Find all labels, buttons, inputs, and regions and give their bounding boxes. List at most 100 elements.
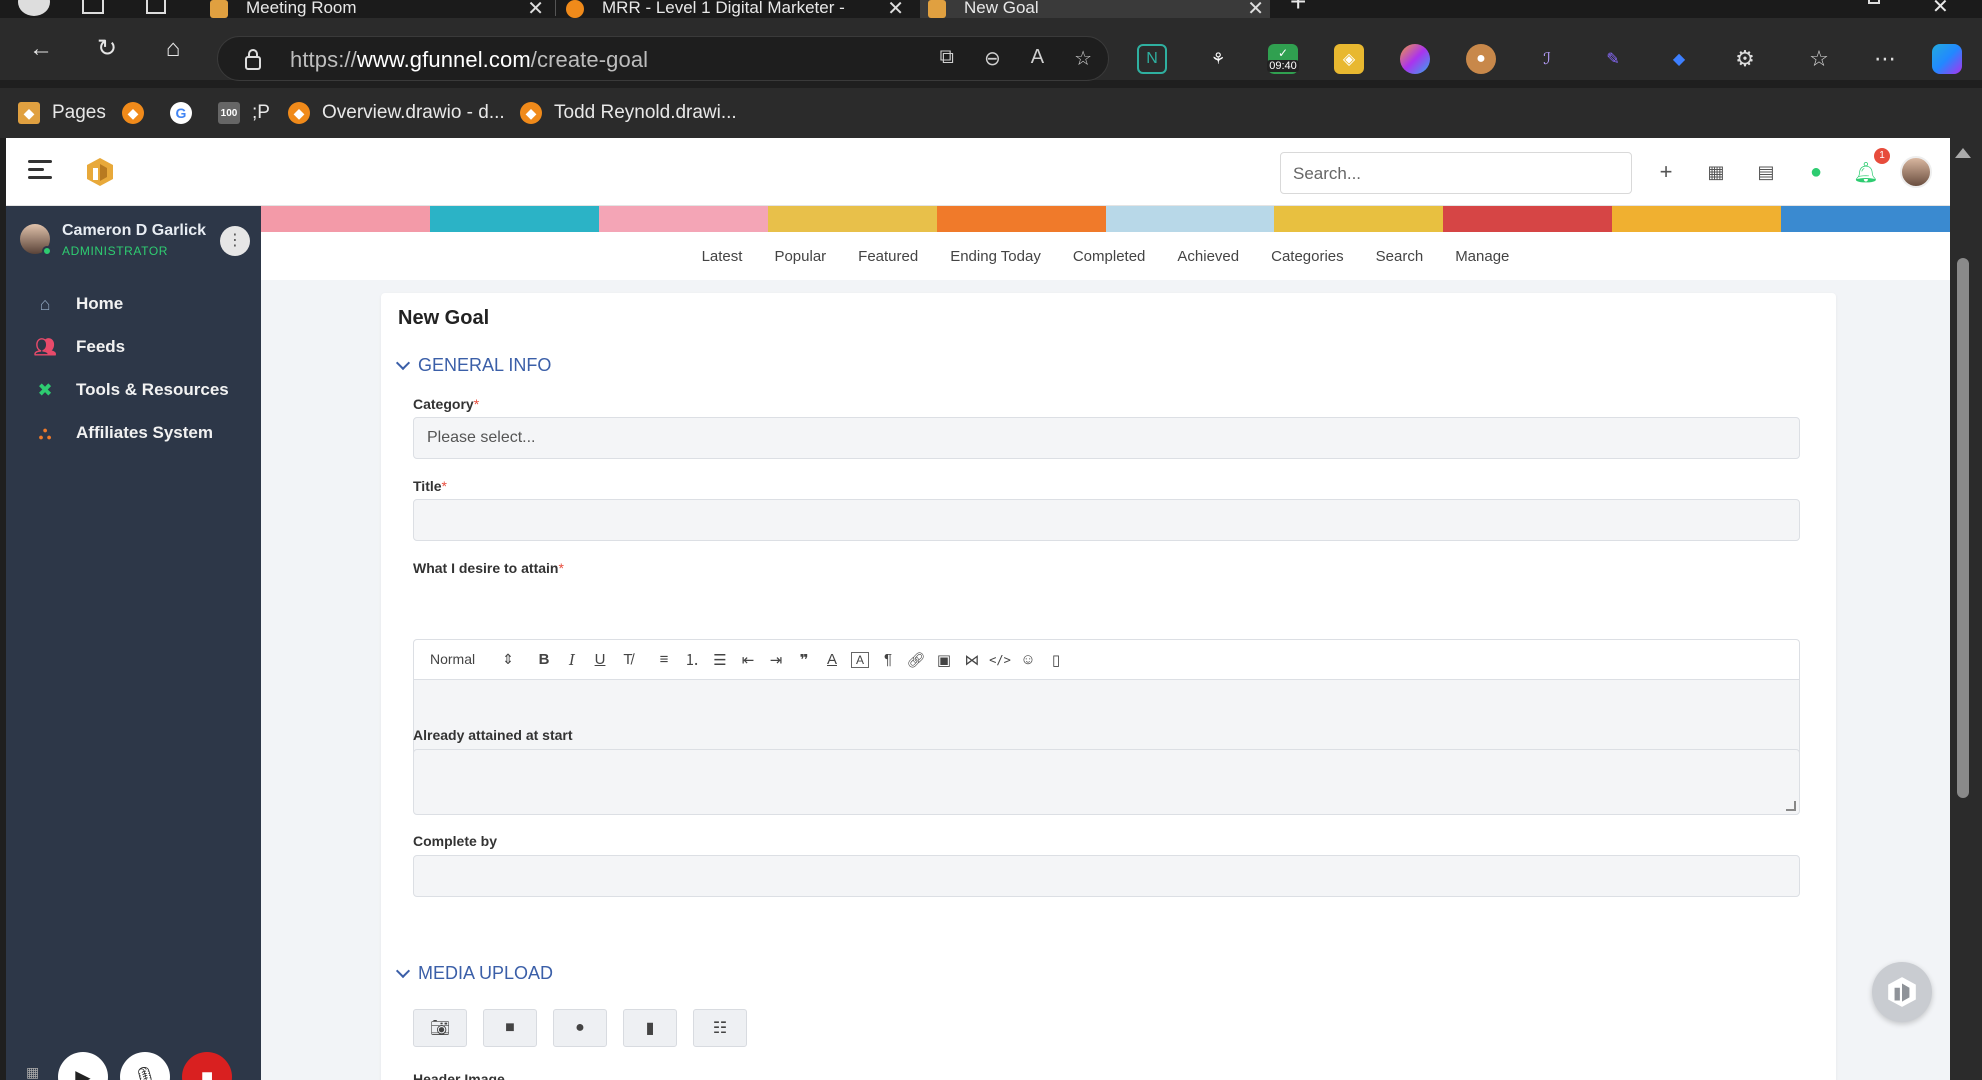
- sidebar-item-home[interactable]: ⌂ Home: [34, 290, 124, 318]
- apps-grid-icon[interactable]: ▦: [1702, 158, 1730, 186]
- reload-icon[interactable]: ↻: [90, 32, 124, 66]
- floating-logo-button[interactable]: [1872, 962, 1932, 1022]
- link-icon[interactable]: 🔗︎: [902, 651, 930, 669]
- pen-extension-icon[interactable]: ✎: [1598, 44, 1628, 74]
- document-icon[interactable]: ▤: [1752, 158, 1780, 186]
- profile-options-icon[interactable]: ⋮: [220, 226, 250, 256]
- format-select[interactable]: Normal ⇕: [430, 651, 514, 668]
- subnav-featured[interactable]: Featured: [858, 248, 918, 265]
- new-tab-icon[interactable]: +: [1290, 0, 1320, 18]
- close-window-icon[interactable]: ✕: [1932, 0, 1962, 18]
- outdent-icon[interactable]: ⇤: [734, 651, 762, 669]
- tab-mrr-level1[interactable]: MRR - Level 1 Digital Marketer - ✕: [566, 0, 910, 18]
- lock-icon[interactable]: [244, 48, 262, 70]
- close-tab-icon[interactable]: ✕: [527, 0, 544, 18]
- emoji-icon[interactable]: ☺: [1014, 651, 1042, 668]
- blockquote-icon[interactable]: ❞: [790, 651, 818, 669]
- favorite-star-icon[interactable]: ☆: [1074, 46, 1092, 71]
- url-text[interactable]: https://www.gfunnel.com/create-goal: [290, 47, 648, 73]
- subnav-manage[interactable]: Manage: [1455, 248, 1509, 265]
- chat-icon[interactable]: ●: [1802, 158, 1830, 186]
- copilot-icon[interactable]: [1932, 44, 1962, 74]
- title-input[interactable]: [413, 499, 1800, 541]
- file-button[interactable]: ▮: [623, 1009, 677, 1047]
- sidebar-item-affiliates-system[interactable]: ⛬ Affiliates System: [34, 419, 213, 447]
- script-extension-icon[interactable]: ℐ: [1532, 44, 1562, 74]
- profile-tab-button[interactable]: [0, 0, 60, 18]
- bookmark-p[interactable]: 100 ;P: [218, 100, 270, 126]
- search-input[interactable]: Search...: [1280, 152, 1632, 194]
- section-general-info[interactable]: GENERAL INFO: [395, 355, 551, 376]
- camera-button[interactable]: 📷︎: [413, 1009, 467, 1047]
- menu-hamburger-icon[interactable]: [28, 160, 52, 180]
- extensions-puzzle-icon[interactable]: ⚙: [1730, 44, 1760, 74]
- text-color-icon[interactable]: A: [818, 651, 846, 668]
- zoom-icon[interactable]: ⊖: [984, 46, 1001, 71]
- sidebar-item-feeds[interactable]: 👥︎ Feeds: [34, 333, 126, 361]
- bullet-list-icon[interactable]: ☰: [706, 651, 734, 669]
- back-arrow-icon[interactable]: ←: [24, 32, 58, 66]
- color-picker-extension-icon[interactable]: [1400, 44, 1430, 74]
- close-tab-icon[interactable]: ✕: [1247, 0, 1264, 18]
- restore-window-icon[interactable]: [1868, 0, 1898, 18]
- page-scrollbar[interactable]: [1950, 138, 1982, 1080]
- resize-handle[interactable]: [1786, 801, 1796, 811]
- subnav-completed[interactable]: Completed: [1073, 248, 1146, 265]
- subnav-search[interactable]: Search: [1376, 248, 1424, 265]
- puzzle-person-extension-icon[interactable]: ⚘: [1203, 44, 1233, 74]
- indent-icon[interactable]: ⇥: [762, 651, 790, 669]
- bookmark-overview-drawio[interactable]: ◆ Overview.drawio - d...: [288, 100, 505, 126]
- background-color-icon[interactable]: A: [851, 651, 869, 668]
- tab-meeting-room[interactable]: Meeting Room ✕: [210, 0, 550, 18]
- record-button[interactable]: ●: [553, 1009, 607, 1047]
- subnav-categories[interactable]: Categories: [1271, 248, 1344, 265]
- category-select[interactable]: Please select...: [413, 417, 1800, 459]
- subnav-ending-today[interactable]: Ending Today: [950, 248, 1041, 265]
- favorites-icon[interactable]: ☆: [1804, 44, 1834, 74]
- scroll-up-arrow-icon[interactable]: [1955, 148, 1971, 158]
- address-bar[interactable]: https://www.gfunnel.com/create-goal ⧉ ⊖ …: [217, 36, 1109, 81]
- meeting-grid-icon[interactable]: ▦: [26, 1064, 40, 1080]
- list-button[interactable]: ☷: [693, 1009, 747, 1047]
- subnav-popular[interactable]: Popular: [774, 248, 826, 265]
- video-button[interactable]: ■: [483, 1009, 537, 1047]
- subnav-latest[interactable]: Latest: [702, 248, 743, 265]
- attained-textarea[interactable]: [413, 749, 1800, 815]
- code-icon[interactable]: </>: [986, 653, 1014, 667]
- bookmark-drawio[interactable]: ◆: [122, 100, 156, 126]
- cookie-extension-icon[interactable]: ●: [1466, 44, 1496, 74]
- scroll-thumb[interactable]: [1957, 258, 1969, 798]
- share-icon[interactable]: ⋈: [958, 651, 986, 669]
- ordered-list-icon[interactable]: ⒈: [678, 649, 706, 670]
- sidebar-item-tools-resources[interactable]: ✖ Tools & Resources: [34, 376, 228, 404]
- open-in-app-icon[interactable]: ⧉: [940, 46, 954, 71]
- more-menu-icon[interactable]: ⋯: [1870, 44, 1900, 74]
- text-direction-icon[interactable]: ¶: [874, 651, 902, 668]
- underline-icon[interactable]: U: [586, 651, 614, 668]
- clear-format-icon[interactable]: T̸: [614, 651, 642, 668]
- home-icon[interactable]: ⌂: [156, 32, 190, 66]
- complete-by-date-input[interactable]: [413, 855, 1800, 897]
- read-aloud-icon[interactable]: A: [1031, 46, 1044, 71]
- bookmark-google[interactable]: G: [170, 100, 204, 126]
- close-tab-icon[interactable]: ✕: [887, 0, 904, 18]
- subnav-achieved[interactable]: Achieved: [1177, 248, 1239, 265]
- tag-extension-icon[interactable]: ◆: [1664, 44, 1694, 74]
- apps-extension-icon[interactable]: ◈: [1334, 44, 1364, 74]
- microphone-icon[interactable]: 🎙︎: [120, 1052, 170, 1080]
- bookmark-todd-reynold[interactable]: ◆ Todd Reynold.drawi...: [520, 100, 737, 126]
- align-icon[interactable]: ≡: [650, 651, 678, 668]
- camera-toggle-icon[interactable]: ▶: [58, 1052, 108, 1080]
- tab-actions-icon[interactable]: [144, 0, 180, 18]
- italic-icon[interactable]: I: [558, 651, 586, 669]
- user-avatar[interactable]: [1900, 156, 1932, 188]
- gfunnel-logo[interactable]: [84, 156, 116, 188]
- sidebar-profile[interactable]: Cameron D Garlick ADMINISTRATOR ⋮: [20, 222, 250, 266]
- timer-extension-icon[interactable]: ✓ 09:40: [1267, 44, 1299, 74]
- bold-icon[interactable]: B: [530, 651, 558, 668]
- bookmark-pages[interactable]: ◆ Pages: [18, 100, 106, 126]
- image-icon[interactable]: ▣: [930, 651, 958, 669]
- workspaces-icon[interactable]: [80, 0, 116, 18]
- stop-recording-icon[interactable]: ■: [182, 1052, 232, 1080]
- bell-icon[interactable]: 🔔︎: [1852, 158, 1880, 186]
